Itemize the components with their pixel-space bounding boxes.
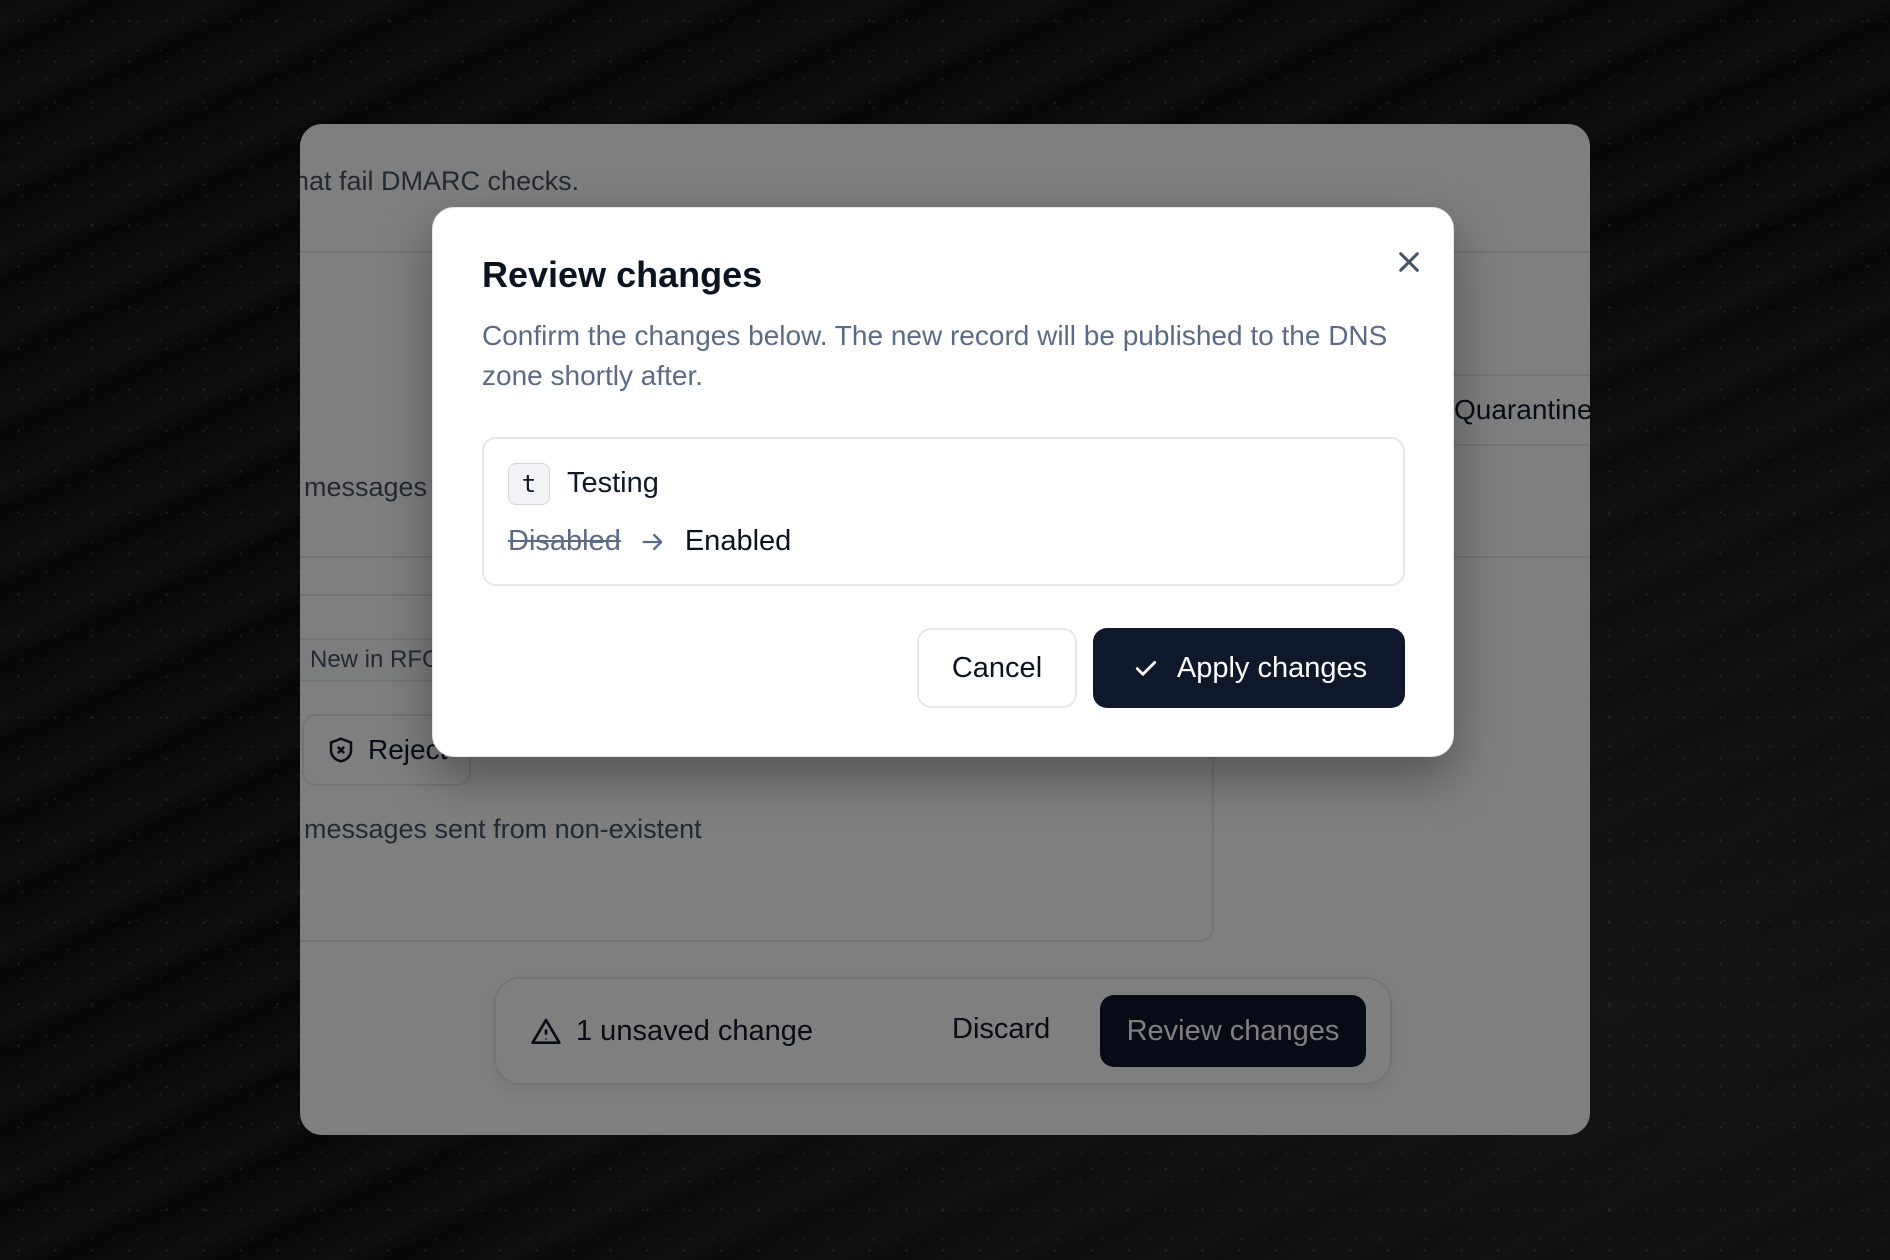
arrow-right-icon xyxy=(642,533,663,550)
dialog-description: Confirm the changes below. The new recor… xyxy=(482,320,1388,391)
old-value: Disabled xyxy=(508,525,621,557)
change-item: t Testing Disabled Enabled xyxy=(482,437,1405,586)
field-key-badge: t xyxy=(508,463,550,505)
apply-changes-button[interactable]: Apply changes xyxy=(1093,628,1405,708)
dialog-title: Review changes xyxy=(482,254,763,295)
changed-field-name: Testing xyxy=(567,467,659,499)
new-value: Enabled xyxy=(684,525,792,557)
close-icon xyxy=(1399,252,1419,272)
cancel-button[interactable]: Cancel xyxy=(917,628,1077,708)
review-changes-dialog: Review changes Confirm the changes below… xyxy=(432,207,1454,757)
check-icon xyxy=(1135,661,1156,676)
apply-changes-label: Apply changes xyxy=(1176,651,1368,684)
close-button[interactable] xyxy=(1389,242,1429,282)
value-diff: Disabled Enabled xyxy=(508,525,791,558)
